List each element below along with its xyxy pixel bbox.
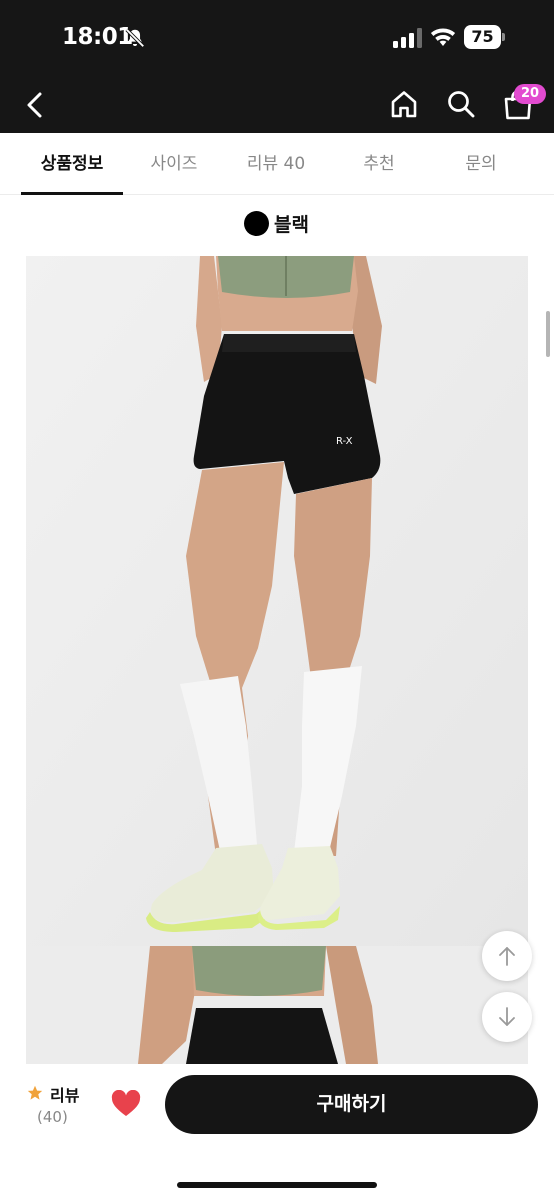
chevron-left-icon[interactable] — [22, 88, 50, 122]
review-count[interactable]: (40) — [37, 1108, 68, 1126]
star-icon — [27, 1085, 43, 1100]
tab-recommend[interactable]: 추천 — [328, 133, 430, 195]
review-label[interactable]: 리뷰 — [50, 1082, 79, 1106]
wifi-icon — [430, 28, 456, 46]
buy-button[interactable]: 구매하기 — [165, 1075, 538, 1134]
arrow-up-icon — [499, 947, 515, 966]
color-name: 블랙 — [274, 213, 309, 236]
bell-slash-icon — [125, 28, 145, 48]
product-tabs: 상품정보 사이즈 리뷰 40 추천 문의 — [0, 133, 554, 195]
tab-product-info[interactable]: 상품정보 — [21, 133, 123, 195]
battery-indicator: 75 — [464, 25, 506, 49]
tab-size[interactable]: 사이즈 — [123, 133, 225, 195]
active-tab-underline — [21, 192, 123, 195]
product-image-secondary — [26, 946, 528, 1064]
color-option-label: 블랙 — [244, 209, 309, 237]
shorts-logo: R-X — [336, 436, 353, 447]
scroll-to-bottom-button[interactable] — [482, 992, 532, 1042]
home-icon[interactable] — [388, 88, 420, 120]
tab-inquiry[interactable]: 문의 — [430, 133, 532, 195]
color-swatch — [244, 210, 269, 236]
scroll-to-top-button[interactable] — [482, 931, 532, 981]
page-scrollbar[interactable] — [546, 311, 550, 357]
search-icon[interactable] — [445, 88, 477, 120]
product-image: R-X — [26, 256, 528, 946]
battery-level: 75 — [471, 27, 494, 46]
cart-count-badge: 20 — [514, 84, 546, 104]
tab-reviews[interactable]: 리뷰 40 — [225, 133, 327, 195]
status-time: 18:01 — [62, 24, 133, 50]
cellular-signal-icon — [393, 28, 422, 48]
home-indicator — [177, 1182, 377, 1188]
arrow-down-icon — [499, 1007, 515, 1026]
heart-icon[interactable] — [111, 1090, 141, 1118]
